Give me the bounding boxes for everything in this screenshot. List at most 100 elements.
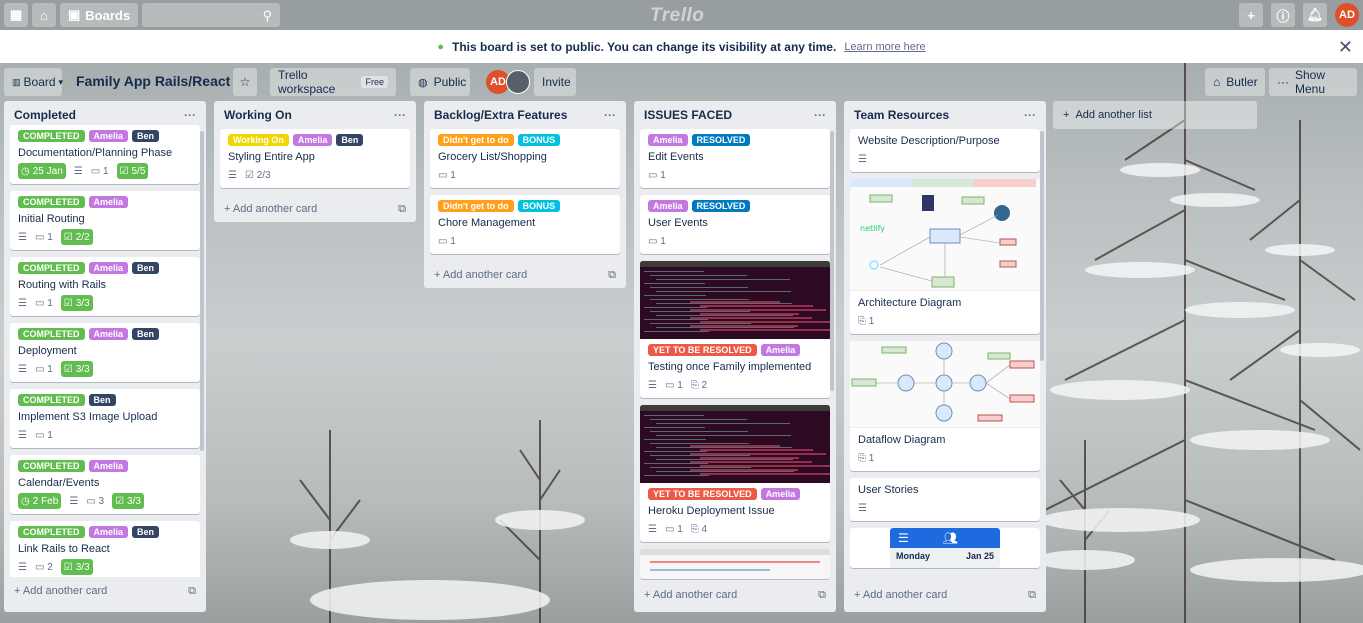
- list-menu-icon[interactable]: ···: [184, 108, 196, 122]
- card-label[interactable]: Ben: [336, 134, 364, 146]
- card-label[interactable]: Amelia: [648, 134, 688, 146]
- card[interactable]: COMPLETED Ben Implement S3 Image Upload ☰ ▭ …: [10, 389, 200, 448]
- card-label[interactable]: COMPLETED: [18, 394, 85, 406]
- card[interactable]: [640, 549, 830, 579]
- card[interactable]: YET TO BE RESOLVED Amelia Testing once Fam…: [640, 261, 830, 398]
- card-title[interactable]: Edit Events: [648, 150, 822, 164]
- card-title[interactable]: Calendar/Events: [18, 476, 192, 490]
- info-icon[interactable]: ⓘ: [1271, 3, 1295, 27]
- notification-bell-icon[interactable]: 🔔︎: [1303, 3, 1327, 27]
- card-title[interactable]: Testing once Family implemented: [648, 360, 822, 374]
- card[interactable]: User Stories ☰: [850, 478, 1040, 521]
- list-menu-icon[interactable]: ···: [1024, 108, 1036, 122]
- card[interactable]: COMPLETED Amelia Initial Routing ☰ ▭ 1 ☑ 2/2: [10, 191, 200, 250]
- card-label[interactable]: Amelia: [88, 460, 129, 472]
- card-template-icon[interactable]: ⧉: [1028, 589, 1036, 602]
- card[interactable]: Amelia RESOLVED User Events ▭ 1: [640, 195, 830, 254]
- card-label[interactable]: Amelia: [760, 488, 801, 500]
- card[interactable]: netlify Architecture Diagram ⎘ 1: [850, 179, 1040, 334]
- card-label[interactable]: COMPLETED: [18, 130, 85, 142]
- card-label[interactable]: Amelia: [88, 526, 129, 538]
- invite-button[interactable]: Invite: [534, 68, 576, 96]
- member-avatar-photo[interactable]: [506, 70, 530, 94]
- list-title[interactable]: Completed: [14, 108, 76, 122]
- create-plus-icon[interactable]: +: [1239, 3, 1263, 27]
- card-title[interactable]: Initial Routing: [18, 212, 192, 226]
- card-label[interactable]: Amelia: [88, 130, 129, 142]
- card-label[interactable]: COMPLETED: [18, 460, 85, 472]
- due-date-badge[interactable]: ◷ 2 Feb: [18, 493, 62, 509]
- card[interactable]: Dataflow Diagram ⎘ 1: [850, 341, 1040, 471]
- card[interactable]: Didn't get to do BONUS Chore Management ▭ 1: [430, 195, 620, 254]
- list-title[interactable]: Backlog/Extra Features: [434, 108, 567, 122]
- list-menu-icon[interactable]: ···: [604, 108, 616, 122]
- card-label[interactable]: Didn't get to do: [438, 134, 514, 146]
- card-label[interactable]: Ben: [132, 130, 160, 142]
- card-title[interactable]: User Events: [648, 216, 822, 230]
- card-title[interactable]: Architecture Diagram: [858, 296, 1032, 310]
- card[interactable]: COMPLETED Amelia Calendar/Events ◷ 2 Feb ☰ ▭ 3…: [10, 455, 200, 514]
- list-title[interactable]: ISSUES FACED: [644, 108, 732, 122]
- card-title[interactable]: Chore Management: [438, 216, 612, 230]
- card-label[interactable]: Ben: [88, 394, 116, 406]
- card[interactable]: Working On Amelia Ben Styling Entire App ☰ ☑ …: [220, 129, 410, 188]
- card-label[interactable]: Ben: [132, 328, 160, 340]
- card-title[interactable]: Routing with Rails: [18, 278, 192, 292]
- list-title[interactable]: Working On: [224, 108, 292, 122]
- card-label[interactable]: Ben: [132, 262, 160, 274]
- apps-grid-icon[interactable]: ▦: [4, 3, 28, 27]
- card-title[interactable]: Heroku Deployment Issue: [648, 504, 822, 518]
- card-label[interactable]: BONUS: [517, 134, 561, 146]
- card-label[interactable]: RESOLVED: [691, 134, 751, 146]
- card-label[interactable]: BONUS: [517, 200, 561, 212]
- add-card-button[interactable]: + Add another card ⧉: [4, 577, 206, 605]
- card-label[interactable]: Ben: [132, 526, 160, 538]
- add-list-button[interactable]: + Add another list: [1053, 101, 1257, 129]
- card-label[interactable]: Amelia: [88, 196, 129, 208]
- card[interactable]: COMPLETED Amelia Ben Link Rails to React ☰ ▭ …: [10, 521, 200, 577]
- add-card-button[interactable]: + Add another card ⧉: [214, 195, 416, 222]
- card[interactable]: COMPLETED Amelia Ben Routing with Rails ☰ ▭ 1…: [10, 257, 200, 316]
- add-card-button[interactable]: + Add another card ⧉: [424, 261, 626, 288]
- card-title[interactable]: Styling Entire App: [228, 150, 402, 164]
- card-template-icon[interactable]: ⧉: [608, 269, 616, 282]
- card-template-icon[interactable]: ⧉: [188, 585, 196, 598]
- workspace-button[interactable]: Trello workspace Free: [270, 68, 396, 96]
- due-date-badge[interactable]: ◷ 25 Jan: [18, 163, 66, 179]
- show-menu-button[interactable]: ··· Show Menu: [1269, 68, 1357, 96]
- user-avatar[interactable]: AD: [1335, 3, 1359, 27]
- card[interactable]: Didn't get to do BONUS Grocery List/Shoppi…: [430, 129, 620, 188]
- card-title[interactable]: Documentation/Planning Phase: [18, 146, 192, 160]
- card-label[interactable]: Amelia: [760, 344, 801, 356]
- card[interactable]: Amelia RESOLVED Edit Events ▭ 1: [640, 129, 830, 188]
- list-scrollbar[interactable]: [830, 131, 834, 391]
- list-menu-icon[interactable]: ···: [814, 108, 826, 122]
- card-label[interactable]: Didn't get to do: [438, 200, 514, 212]
- board-view-button[interactable]: ▥ Board ▾: [4, 68, 63, 96]
- card-label[interactable]: YET TO BE RESOLVED: [648, 344, 757, 356]
- list-scrollbar[interactable]: [200, 131, 204, 451]
- board-title[interactable]: Family App Rails/React: [76, 73, 230, 89]
- home-icon[interactable]: ⌂: [32, 3, 56, 27]
- card[interactable]: COMPLETED Amelia Ben Documentation/Planning…: [10, 125, 200, 184]
- learn-more-link[interactable]: Learn more here: [844, 41, 925, 53]
- card-title[interactable]: Implement S3 Image Upload: [18, 410, 192, 424]
- list-scrollbar[interactable]: [1040, 131, 1044, 361]
- card-label[interactable]: COMPLETED: [18, 262, 85, 274]
- card-label[interactable]: COMPLETED: [18, 328, 85, 340]
- card-template-icon[interactable]: ⧉: [398, 203, 406, 216]
- card[interactable]: Website Description/Purpose ☰: [850, 129, 1040, 172]
- card-title[interactable]: Grocery List/Shopping: [438, 150, 612, 164]
- card[interactable]: COMPLETED Amelia Ben Deployment ☰ ▭ 1 ☑ 3/3: [10, 323, 200, 382]
- card-label[interactable]: Amelia: [88, 328, 129, 340]
- add-card-button[interactable]: + Add another card ⧉: [844, 581, 1046, 609]
- card-label[interactable]: COMPLETED: [18, 526, 85, 538]
- card-title[interactable]: Dataflow Diagram: [858, 433, 1032, 447]
- card[interactable]: YET TO BE RESOLVED Amelia Heroku Deploymen…: [640, 405, 830, 542]
- card-label[interactable]: Amelia: [648, 200, 688, 212]
- card-title[interactable]: Website Description/Purpose: [858, 134, 1032, 148]
- boards-button[interactable]: ▣ Boards: [60, 3, 139, 27]
- add-card-button[interactable]: + Add another card ⧉: [634, 581, 836, 609]
- card-label[interactable]: Amelia: [292, 134, 333, 146]
- butler-button[interactable]: ⌂ Butler: [1205, 68, 1265, 96]
